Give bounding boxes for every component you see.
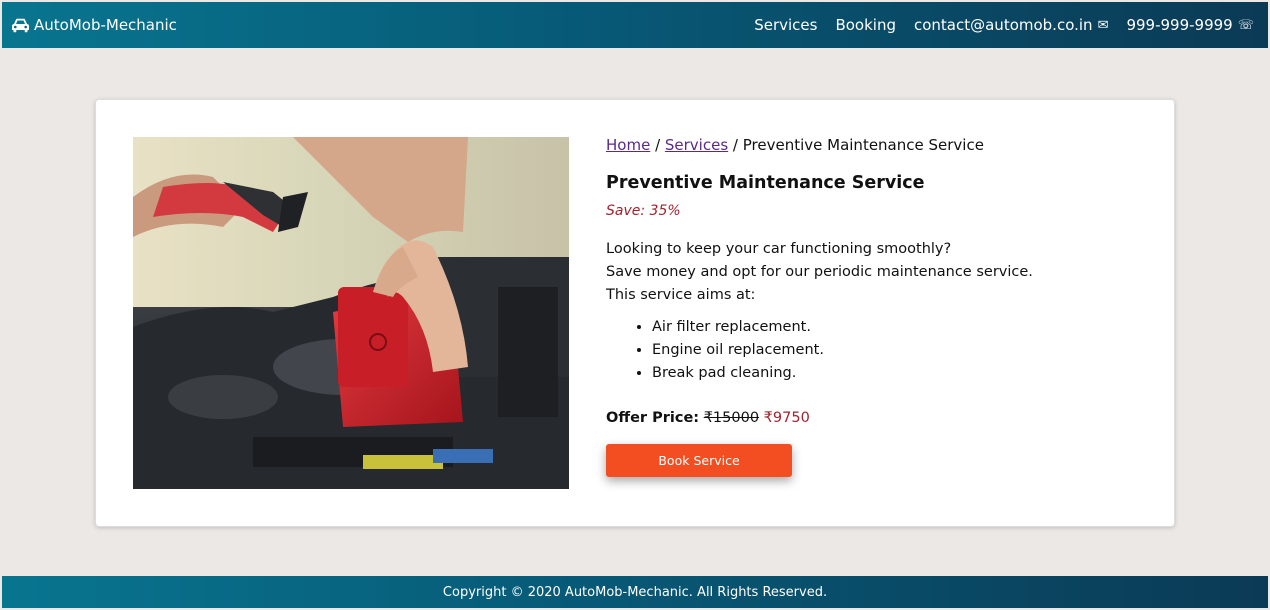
save-percentage: Save: 35% [606,203,681,219]
breadcrumb: Home / Services / Preventive Maintenance… [606,136,1146,154]
breadcrumb-current: Preventive Maintenance Service [742,136,984,154]
feature-item: Engine oil replacement. [652,339,1146,362]
nav-services-label: Services [754,16,818,34]
nav-phone-link[interactable]: 999-999-9999 ☏ [1126,16,1254,34]
discounted-price: ₹9750 [763,410,810,426]
mechanic-engine-photo [133,137,569,489]
feature-list: Air filter replacement. Engine oil repla… [606,316,1146,385]
service-description: Looking to keep your car functioning smo… [606,238,1146,307]
brand-name: AutoMob-Mechanic [34,16,177,34]
breadcrumb-home-link[interactable]: Home [606,136,650,154]
nav-services-link[interactable]: Services [754,16,817,34]
service-info: Home / Services / Preventive Maintenance… [606,136,1146,477]
breadcrumb-separator: / [728,136,743,154]
breadcrumb-separator: / [650,136,665,154]
feature-item: Break pad cleaning. [652,362,1146,385]
nav-email-link[interactable]: contact@automob.co.in ✉ [914,16,1108,34]
nav-booking-label: Booking [835,16,896,34]
car-icon [12,18,29,32]
service-card: Home / Services / Preventive Maintenance… [95,99,1175,527]
breadcrumb-services-link[interactable]: Services [665,136,728,154]
original-price: ₹15000 [703,410,760,426]
phone-icon: ☏ [1237,17,1254,33]
footer: Copyright © 2020 AutoMob-Mechanic. All R… [2,576,1268,608]
description-line: Save money and opt for our periodic main… [606,264,1033,280]
offer-price: Offer Price: ₹15000 ₹9750 [606,410,1146,426]
description-line: Looking to keep your car functioning smo… [606,241,952,257]
feature-item: Air filter replacement. [652,316,1146,339]
service-image [133,137,569,489]
envelope-icon: ✉ [1097,17,1109,33]
price-label: Offer Price: [606,410,700,426]
nav-booking-link[interactable]: Booking [835,16,896,34]
top-navbar: AutoMob-Mechanic Services Booking contac… [2,2,1268,48]
service-title: Preventive Maintenance Service [606,173,925,193]
description-line: This service aims at: [606,287,756,303]
nav-phone-label: 999-999-9999 [1126,16,1233,34]
brand-link[interactable]: AutoMob-Mechanic [11,16,177,34]
nav-links: Services Booking contact@automob.co.in ✉… [754,16,1254,34]
copyright-text: Copyright © 2020 AutoMob-Mechanic. All R… [442,584,828,600]
nav-email-label: contact@automob.co.in [913,16,1093,34]
book-service-button[interactable]: Book Service [606,444,792,477]
